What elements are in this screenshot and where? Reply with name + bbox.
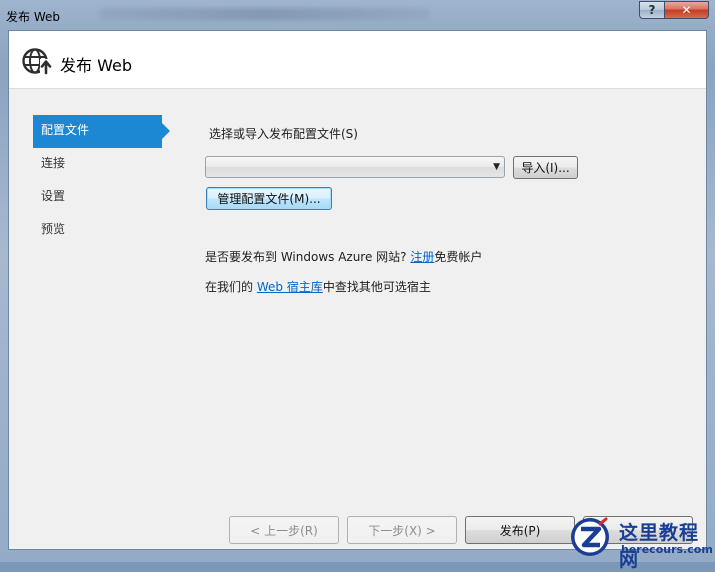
- site-watermark: 这里教程网 herecours.com: [566, 513, 715, 571]
- globe-publish-icon: [22, 48, 52, 75]
- dialog-window: 发布 Web ? ✕ 发布 Web 配置文件 连接 设置 预览 选择或导入发布配…: [0, 0, 715, 571]
- caption-buttons: ? ✕: [639, 1, 709, 21]
- azure-prompt-suffix: 免费帐户: [434, 250, 483, 264]
- azure-prompt-text: 是否要发布到 Windows Azure 网站?: [205, 250, 411, 264]
- hosting-suffix: 中查找其他可选宿主: [322, 280, 431, 294]
- azure-prompt: 是否要发布到 Windows Azure 网站? 注册免费帐户: [205, 248, 482, 265]
- help-button[interactable]: ?: [639, 1, 665, 19]
- import-button[interactable]: 导入(I)...: [513, 156, 578, 179]
- publish-button[interactable]: 发布(P): [465, 516, 575, 544]
- nav-item-settings[interactable]: 设置: [33, 181, 183, 214]
- dropdown-arrow-icon[interactable]: ▼: [493, 162, 500, 172]
- hosting-gallery-line: 在我们的 Web 宿主库中查找其他可选宿主: [205, 278, 431, 295]
- nav-item-connection[interactable]: 连接: [33, 148, 183, 181]
- profile-prompt-label: 选择或导入发布配置文件(S): [209, 127, 358, 141]
- dialog-client-area: 发布 Web 配置文件 连接 设置 预览 选择或导入发布配置文件(S) ▼ 导入…: [8, 30, 707, 550]
- nav-item-profile[interactable]: 配置文件: [33, 115, 170, 148]
- profile-select[interactable]: ▼: [205, 156, 505, 178]
- header-title: 发布 Web: [60, 56, 132, 75]
- title-bar-background-blur: [100, 8, 430, 20]
- nav-item-preview[interactable]: 预览: [33, 214, 183, 247]
- web-hosting-gallery-link[interactable]: Web 宿主库: [257, 280, 323, 294]
- watermark-domain-text: herecours.com: [621, 543, 713, 556]
- step-navigation: 配置文件 连接 设置 预览: [33, 115, 183, 247]
- back-button[interactable]: < 上一步(R): [229, 516, 339, 544]
- register-link[interactable]: 注册: [410, 250, 434, 264]
- watermark-logo-icon: [571, 517, 609, 556]
- manage-profiles-button[interactable]: 管理配置文件(M)...: [206, 187, 332, 210]
- next-button[interactable]: 下一步(X) >: [347, 516, 457, 544]
- title-bar[interactable]: 发布 Web ? ✕: [0, 0, 715, 30]
- dialog-header: 发布 Web: [9, 31, 706, 89]
- window-title: 发布 Web: [6, 10, 60, 24]
- close-window-button[interactable]: ✕: [665, 1, 709, 19]
- hosting-prefix: 在我们的: [205, 280, 257, 294]
